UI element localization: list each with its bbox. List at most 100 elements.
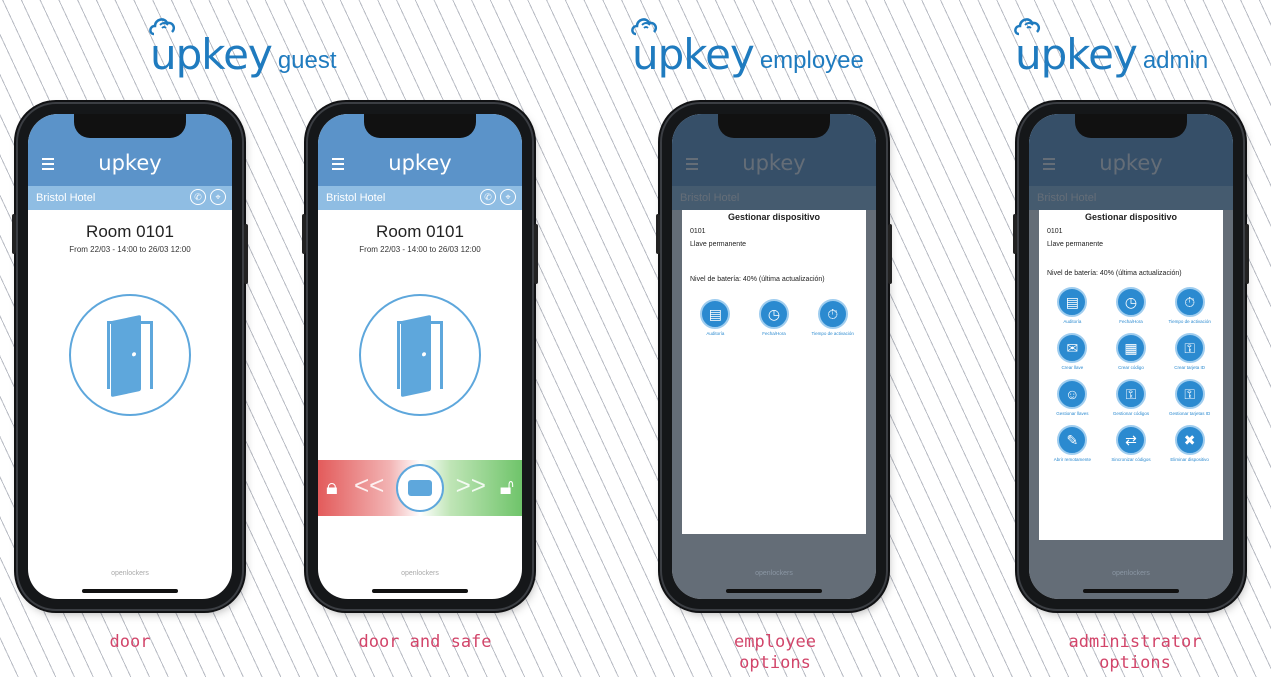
option-item[interactable]: ⏱ Tiempo de activación bbox=[1160, 287, 1219, 329]
stopwatch-icon[interactable]: ⏱ bbox=[817, 299, 848, 329]
option-item[interactable]: ▦ Crear código bbox=[1102, 333, 1161, 375]
phone-icon[interactable]: ✆ bbox=[190, 189, 206, 205]
phone-icon[interactable]: ✆ bbox=[480, 189, 496, 205]
battery-level: Nivel de batería: 40% (última actualizac… bbox=[690, 276, 825, 283]
option-label: Crear tarjeta ID bbox=[1174, 365, 1206, 370]
option-label: Tiempo de activación bbox=[1168, 319, 1211, 324]
brand-guest: upkey guest bbox=[149, 18, 337, 79]
card-manage-icon[interactable]: ⚿ bbox=[1174, 379, 1205, 409]
document-icon[interactable]: ▤ bbox=[700, 299, 731, 329]
device-id: 0101 bbox=[1047, 228, 1063, 235]
home-indicator bbox=[372, 589, 468, 593]
room-title: Room 0101 bbox=[86, 222, 174, 241]
caption-door: door bbox=[109, 632, 151, 652]
home-indicator bbox=[82, 589, 178, 593]
caption-employee-options: employee options bbox=[734, 632, 816, 673]
battery-level: Nivel de batería: 40% (última actualizac… bbox=[1047, 270, 1182, 277]
chevron-right-icon: >> bbox=[455, 470, 486, 500]
option-item[interactable]: ⚿ Gestionar códigos bbox=[1102, 379, 1161, 421]
safe-unlock-slider[interactable]: 🔒︎ << >> 🔓︎ bbox=[318, 460, 522, 516]
option-item[interactable]: ☺ Gestionar llaves bbox=[1043, 379, 1102, 421]
app-logo: upkey bbox=[388, 151, 452, 175]
dialog-title: Gestionar dispositivo bbox=[727, 212, 821, 222]
caption-door-and-safe: door and safe bbox=[358, 632, 492, 652]
option-item[interactable]: ✖ Eliminar dispositivo bbox=[1160, 425, 1219, 467]
clock-icon[interactable]: ◷ bbox=[758, 299, 789, 329]
phone-door-and-safe: upkey Bristol Hotel ✆ ⌖ Room 0101 From 22… bbox=[302, 104, 538, 609]
notch bbox=[718, 114, 830, 138]
safe-slider-knob[interactable] bbox=[396, 464, 444, 512]
key-id-icon[interactable]: ⚿ bbox=[1174, 333, 1205, 363]
manage-device-dialog: Gestionar dispositivo 0101 Llave permane… bbox=[682, 210, 866, 534]
option-label: Gestionar llaves bbox=[1056, 411, 1089, 416]
clock-icon[interactable]: ◷ bbox=[1115, 287, 1146, 317]
app-screen: upkey Bristol Hotel ✆ ⌖ Room 0101 From 22… bbox=[318, 114, 522, 599]
dialog-title: Gestionar dispositivo bbox=[1084, 212, 1178, 222]
brand-sub: employee bbox=[759, 47, 864, 74]
brand-admin: upkey admin bbox=[1014, 18, 1209, 79]
notch bbox=[364, 114, 476, 138]
notch bbox=[74, 114, 186, 138]
key-type: Llave permanente bbox=[1047, 241, 1104, 248]
location-icon[interactable]: ⌖ bbox=[210, 189, 226, 205]
code-manage-icon[interactable]: ⚿ bbox=[1115, 379, 1146, 409]
home-indicator bbox=[1083, 589, 1179, 593]
chevron-left-icon: << bbox=[354, 470, 385, 500]
option-item[interactable]: ◷ Fecha/Hora bbox=[1102, 287, 1161, 329]
option-item[interactable]: ✉ Crear llave bbox=[1043, 333, 1102, 375]
option-label: Auditoría bbox=[1063, 319, 1082, 324]
footer-brand: openlockers bbox=[1112, 570, 1150, 577]
option-label: Crear código bbox=[1118, 365, 1144, 370]
footer-brand: openlockers bbox=[755, 570, 793, 577]
option-label: Abrir remotamente bbox=[1053, 457, 1091, 462]
phone-door: upkey Bristol Hotel ✆ ⌖ Room 0101 From 22… bbox=[12, 104, 248, 609]
stopwatch-icon[interactable]: ⏱ bbox=[1174, 287, 1205, 317]
delete-device-icon[interactable]: ✖ bbox=[1174, 425, 1205, 455]
open-door-button[interactable] bbox=[69, 294, 191, 416]
location-icon[interactable]: ⌖ bbox=[500, 189, 516, 205]
home-indicator bbox=[726, 589, 822, 593]
notch bbox=[1075, 114, 1187, 138]
pin-code-icon[interactable]: ▦ bbox=[1115, 333, 1146, 363]
option-item[interactable]: ✎ Abrir remotamente bbox=[1043, 425, 1102, 467]
brand-employee: upkey employee bbox=[631, 18, 864, 79]
option-label: Fecha/Hora bbox=[762, 331, 786, 336]
options-grid: ▤ Auditoría ◷ Fecha/Hora ⏱ Tiempo de activaci… bbox=[682, 299, 866, 341]
option-item[interactable]: ◷ Fecha/Hora bbox=[745, 299, 804, 341]
option-label: Gestionar tarjetas ID bbox=[1169, 411, 1211, 416]
open-door-button[interactable] bbox=[359, 294, 481, 416]
option-label: Crear llave bbox=[1061, 365, 1084, 370]
booking-dates: From 22/03 - 14:00 to 26/03 12:00 bbox=[69, 245, 191, 254]
footer-brand: openlockers bbox=[111, 570, 149, 577]
document-icon[interactable]: ▤ bbox=[1057, 287, 1088, 317]
brand-word: upkey bbox=[1015, 30, 1138, 79]
brand-word: upkey bbox=[150, 30, 273, 79]
option-label: Auditoría bbox=[706, 331, 725, 336]
user-icon[interactable]: ☺ bbox=[1057, 379, 1088, 409]
option-item[interactable]: ▤ Auditoría bbox=[1043, 287, 1102, 329]
hotel-bar: Bristol Hotel ✆ ⌖ bbox=[318, 186, 522, 210]
door-icon bbox=[401, 314, 431, 398]
brand-sub: admin bbox=[1142, 47, 1209, 74]
option-item[interactable]: ⇄ Sincronizar códigos bbox=[1102, 425, 1161, 467]
option-item[interactable]: ▤ Auditoría bbox=[686, 299, 745, 341]
safe-icon bbox=[408, 480, 432, 496]
app-screen: upkey Bristol Hotel Gestionar dispositiv… bbox=[1029, 114, 1233, 599]
device-id: 0101 bbox=[690, 228, 706, 235]
manage-device-dialog: Gestionar dispositivo 0101 Llave permane… bbox=[1039, 210, 1223, 540]
lock-open-icon: 🔓︎ bbox=[499, 474, 514, 499]
caption-administrator-options: administrator options bbox=[1068, 632, 1202, 673]
app-screen: upkey Bristol Hotel ✆ ⌖ Room 0101 From 22… bbox=[28, 114, 232, 599]
option-item[interactable]: ⚿ Crear tarjeta ID bbox=[1160, 333, 1219, 375]
room-title: Room 0101 bbox=[376, 222, 464, 241]
sync-icon[interactable]: ⇄ bbox=[1115, 425, 1146, 455]
option-label: Sincronizar códigos bbox=[1111, 457, 1151, 462]
brand-word: upkey bbox=[632, 30, 755, 79]
option-item[interactable]: ⚿ Gestionar tarjetas ID bbox=[1160, 379, 1219, 421]
option-item[interactable]: ⏱ Tiempo de activación bbox=[803, 299, 862, 341]
door-icon bbox=[111, 314, 141, 398]
wrench-icon[interactable]: ✎ bbox=[1057, 425, 1088, 455]
app-logo: upkey bbox=[98, 151, 162, 175]
app-screen: upkey Bristol Hotel Gestionar dispositiv… bbox=[672, 114, 876, 599]
mail-key-icon[interactable]: ✉ bbox=[1057, 333, 1088, 363]
